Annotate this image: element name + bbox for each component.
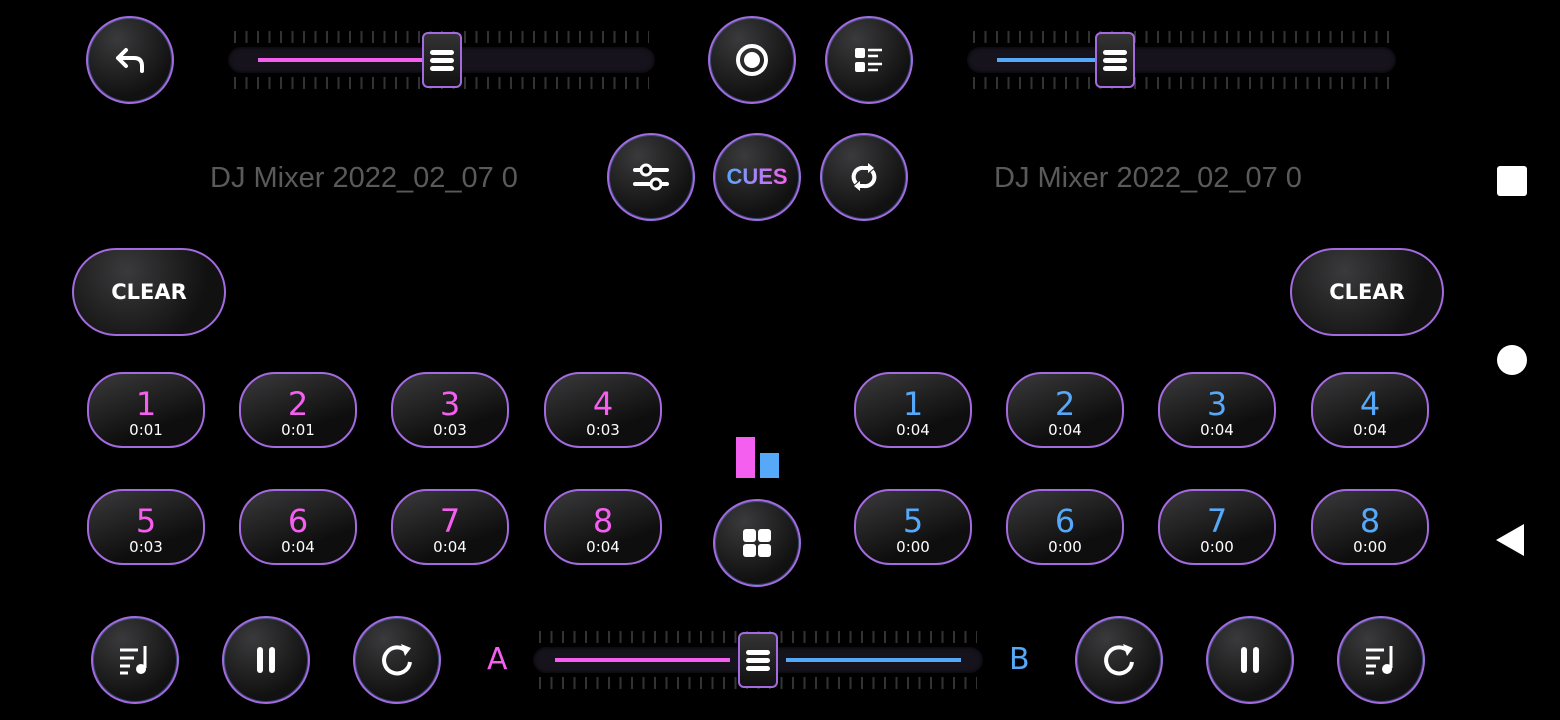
pad-number: 3 xyxy=(1206,385,1228,423)
volume-thumb[interactable] xyxy=(1095,32,1136,88)
pad-number: 7 xyxy=(1206,502,1228,540)
cue-pad-3[interactable]: 3 0:03 xyxy=(391,372,509,448)
cue-pad-2[interactable]: 2 0:04 xyxy=(1006,372,1124,448)
cues-label: CUES xyxy=(726,164,788,189)
sliders-icon xyxy=(633,163,669,191)
cues-button[interactable]: CUES xyxy=(713,133,801,221)
eq-button[interactable] xyxy=(607,133,695,221)
cue-pad-5[interactable]: 5 0:03 xyxy=(87,489,205,565)
cue-pad-7[interactable]: 7 0:00 xyxy=(1158,489,1276,565)
deck-a-pause-button[interactable] xyxy=(222,616,310,704)
home-nav-button[interactable] xyxy=(1497,345,1527,375)
pad-number: 8 xyxy=(592,502,614,540)
pad-time: 0:04 xyxy=(896,421,930,439)
pad-number: 6 xyxy=(1054,502,1076,540)
deck-b-level-meter xyxy=(760,452,779,478)
pad-number: 2 xyxy=(287,385,309,423)
cue-pad-5[interactable]: 5 0:00 xyxy=(854,489,972,565)
pad-time: 0:01 xyxy=(129,421,163,439)
deck-a-level-meter xyxy=(736,437,755,478)
crossfader-label-b: B xyxy=(1009,642,1030,677)
volume-thumb[interactable] xyxy=(421,32,462,88)
pad-number: 1 xyxy=(902,385,924,423)
pad-time: 0:00 xyxy=(1200,538,1234,556)
pad-number: 8 xyxy=(1359,502,1381,540)
pad-time: 0:03 xyxy=(586,421,620,439)
deck-a-track-title: DJ Mixer 2022_02_07 0 xyxy=(210,162,518,194)
back-button[interactable] xyxy=(86,16,174,104)
cue-pad-7[interactable]: 7 0:04 xyxy=(391,489,509,565)
reload-icon xyxy=(1104,644,1134,676)
pad-number: 1 xyxy=(135,385,157,423)
deck-b-pause-button[interactable] xyxy=(1206,616,1294,704)
cue-pad-1[interactable]: 1 0:01 xyxy=(87,372,205,448)
music-list-icon xyxy=(120,646,147,675)
crossfader-thumb[interactable] xyxy=(738,632,778,688)
cue-pad-4[interactable]: 4 0:04 xyxy=(1311,372,1429,448)
loop-button[interactable] xyxy=(820,133,908,221)
grid-button[interactable] xyxy=(713,499,801,587)
volume-fill xyxy=(258,58,436,62)
cue-pad-6[interactable]: 6 0:00 xyxy=(1006,489,1124,565)
deck-a-library-button[interactable] xyxy=(91,616,179,704)
pad-time: 0:04 xyxy=(1200,421,1234,439)
cue-pad-8[interactable]: 8 0:04 xyxy=(544,489,662,565)
back-nav-button[interactable] xyxy=(1496,524,1524,556)
cue-pad-3[interactable]: 3 0:04 xyxy=(1158,372,1276,448)
pad-time: 0:04 xyxy=(586,538,620,556)
record-button[interactable] xyxy=(708,16,796,104)
cue-pad-8[interactable]: 8 0:00 xyxy=(1311,489,1429,565)
crossfader-slider[interactable] xyxy=(533,631,983,689)
pad-time: 0:04 xyxy=(1048,421,1082,439)
pad-time: 0:01 xyxy=(281,421,315,439)
music-list-icon xyxy=(1366,646,1393,675)
cue-pad-6[interactable]: 6 0:04 xyxy=(239,489,357,565)
pad-time: 0:04 xyxy=(281,538,315,556)
deck-b-restart-button[interactable] xyxy=(1075,616,1163,704)
pad-time: 0:00 xyxy=(1048,538,1082,556)
pad-time: 0:04 xyxy=(433,538,467,556)
pad-number: 3 xyxy=(439,385,461,423)
pad-number: 4 xyxy=(1359,385,1381,423)
deck-a-clear-button[interactable]: CLEAR xyxy=(72,248,226,336)
pad-number: 2 xyxy=(1054,385,1076,423)
grid-icon xyxy=(743,529,771,557)
record-icon xyxy=(736,44,768,76)
pause-icon xyxy=(1241,647,1259,673)
pad-number: 6 xyxy=(287,502,309,540)
pad-time: 0:00 xyxy=(896,538,930,556)
deck-a-volume-slider[interactable] xyxy=(228,31,655,89)
deck-b-clear-button[interactable]: CLEAR xyxy=(1290,248,1444,336)
deck-a-restart-button[interactable] xyxy=(353,616,441,704)
volume-fill xyxy=(997,58,1110,62)
crossfader-b-fill xyxy=(786,658,961,662)
repeat-icon xyxy=(851,163,877,191)
pad-number: 5 xyxy=(902,502,924,540)
crossfader-a-fill xyxy=(555,658,730,662)
cue-pad-4[interactable]: 4 0:03 xyxy=(544,372,662,448)
pause-icon xyxy=(257,647,275,673)
pad-number: 7 xyxy=(439,502,461,540)
playlist-button[interactable] xyxy=(825,16,913,104)
pad-number: 5 xyxy=(135,502,157,540)
pad-time: 0:04 xyxy=(1353,421,1387,439)
deck-b-track-title: DJ Mixer 2022_02_07 0 xyxy=(994,162,1302,194)
undo-icon xyxy=(116,48,144,73)
list-icon xyxy=(855,48,882,72)
pad-time: 0:03 xyxy=(129,538,163,556)
pad-number: 4 xyxy=(592,385,614,423)
pad-time: 0:00 xyxy=(1353,538,1387,556)
recents-nav-button[interactable] xyxy=(1497,166,1527,196)
deck-b-library-button[interactable] xyxy=(1337,616,1425,704)
cue-pad-2[interactable]: 2 0:01 xyxy=(239,372,357,448)
cue-pad-1[interactable]: 1 0:04 xyxy=(854,372,972,448)
reload-icon xyxy=(382,644,412,676)
pad-time: 0:03 xyxy=(433,421,467,439)
deck-b-volume-slider[interactable] xyxy=(967,31,1396,89)
crossfader-label-a: A xyxy=(487,642,508,677)
